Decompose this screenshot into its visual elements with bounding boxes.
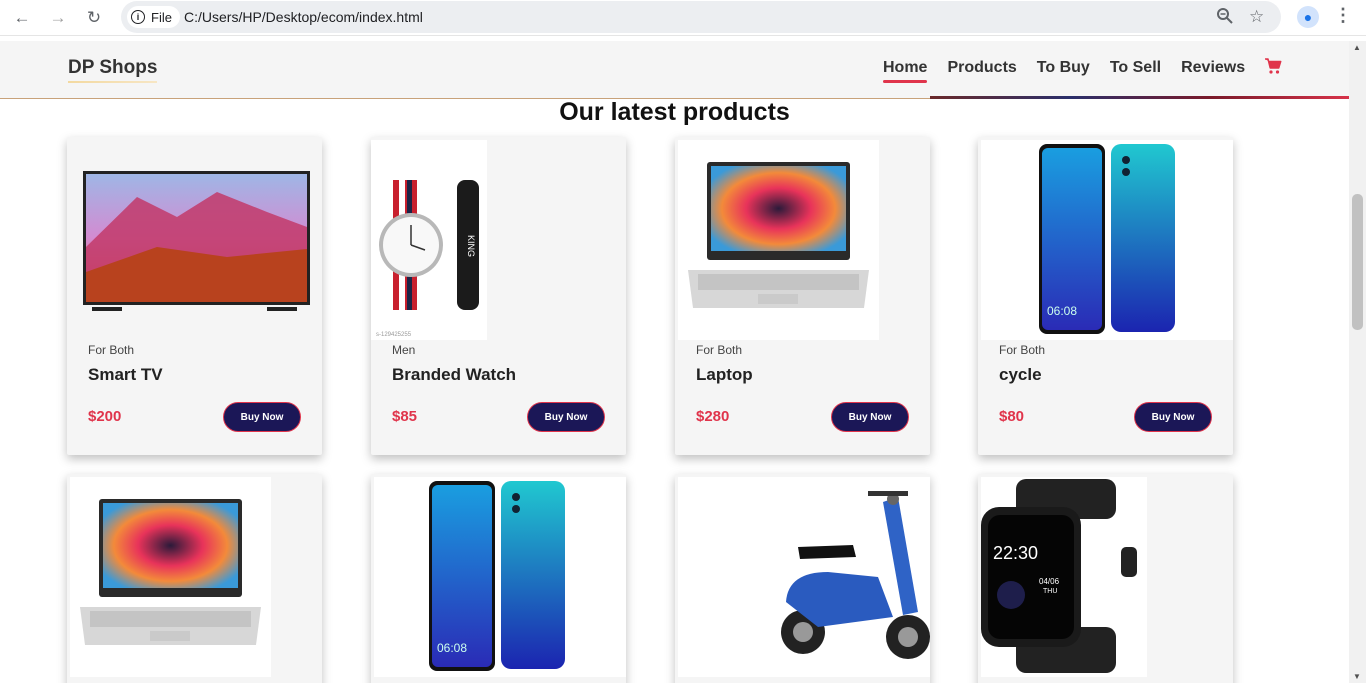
image-watermark: s-129425255 — [376, 332, 412, 338]
site-info-chip[interactable]: i File — [127, 6, 180, 28]
watch-image[interactable]: KING s-129425255 — [371, 140, 487, 340]
product-price: $200 — [88, 408, 122, 425]
product-card — [675, 474, 930, 683]
scrollbar-thumb[interactable] — [1352, 194, 1363, 330]
forward-arrow-icon[interactable]: → — [46, 6, 70, 30]
product-card: KING s-129425255 Men Branded Watch $85 B… — [371, 137, 626, 455]
back-arrow-icon[interactable]: ← — [10, 6, 34, 30]
bookmark-star-icon[interactable]: ☆ — [1249, 7, 1264, 27]
brand-logo[interactable]: DP Shops — [68, 57, 157, 79]
menu-kebab-icon[interactable]: ⋮ — [1334, 5, 1352, 26]
product-category: Men — [392, 343, 416, 357]
watch-day: THU — [1043, 588, 1057, 595]
laptop-image[interactable] — [70, 477, 271, 677]
page-viewport: DP Shops Home Products To Buy To Sell Re… — [0, 41, 1349, 683]
product-name: cycle — [999, 365, 1042, 384]
nav-to-sell[interactable]: To Sell — [1110, 59, 1161, 77]
url-text[interactable]: C:/Users/HP/Desktop/ecom/index.html — [184, 9, 423, 25]
shopping-cart-icon[interactable] — [1264, 57, 1282, 75]
scroll-up-arrow-icon[interactable]: ▲ — [1353, 43, 1361, 52]
brand-underline — [68, 81, 157, 83]
zoom-icon[interactable] — [1216, 7, 1234, 25]
product-card: For Both Smart TV $200 Buy Now — [67, 137, 322, 455]
main-nav: Home Products To Buy To Sell Reviews — [883, 59, 1265, 83]
product-price: $280 — [696, 408, 730, 425]
browser-toolbar: ← → ↻ i File C:/Users/HP/Desktop/ecom/in… — [0, 0, 1366, 36]
smartwatch-image[interactable]: 22:30 04/06 THU — [981, 477, 1147, 677]
product-category: For Both — [88, 343, 135, 357]
smart-tv-image[interactable] — [67, 137, 322, 337]
watch-time: 22:30 — [993, 543, 1038, 563]
product-card: 06:08 — [371, 474, 626, 683]
nav-to-buy[interactable]: To Buy — [1037, 59, 1090, 77]
buy-now-button[interactable]: Buy Now — [831, 402, 909, 432]
buy-now-button[interactable]: Buy Now — [1134, 402, 1212, 432]
scooter-image[interactable] — [678, 477, 930, 677]
product-name: Smart TV — [88, 365, 163, 384]
site-header: DP Shops Home Products To Buy To Sell Re… — [0, 41, 1349, 99]
product-name: Laptop — [696, 365, 753, 384]
address-bar[interactable]: i File C:/Users/HP/Desktop/ecom/index.ht… — [121, 1, 1281, 33]
product-category: For Both — [696, 343, 743, 357]
info-icon: i — [131, 10, 145, 24]
phone-screen-time: 06:08 — [1047, 304, 1077, 318]
buy-now-button[interactable]: Buy Now — [527, 402, 605, 432]
phone-screen-time: 06:08 — [437, 641, 467, 655]
product-card: 06:08 For Both cycle $80 Buy Now — [978, 137, 1233, 455]
smartphone-image[interactable]: 06:08 — [981, 140, 1233, 340]
laptop-image[interactable] — [678, 140, 879, 340]
file-label: File — [151, 9, 172, 25]
nav-home[interactable]: Home — [883, 59, 928, 83]
smartphone-image[interactable]: 06:08 — [374, 477, 626, 677]
product-price: $85 — [392, 408, 418, 425]
product-card — [67, 474, 322, 683]
nav-reviews[interactable]: Reviews — [1181, 59, 1245, 77]
reload-icon[interactable]: ↻ — [82, 6, 106, 30]
scroll-down-arrow-icon[interactable]: ▼ — [1353, 672, 1361, 681]
profile-avatar-icon[interactable]: ● — [1297, 6, 1319, 28]
product-card: For Both Laptop $280 Buy Now — [675, 137, 930, 455]
product-price: $80 — [999, 408, 1025, 425]
product-category: For Both — [999, 343, 1046, 357]
vertical-scrollbar[interactable]: ▲ ▼ — [1349, 41, 1366, 683]
product-card: 22:30 04/06 THU — [978, 474, 1233, 683]
bracelet-text: KING — [466, 235, 476, 257]
product-name: Branded Watch — [392, 365, 517, 384]
buy-now-button[interactable]: Buy Now — [223, 402, 301, 432]
watch-date: 04/06 — [1039, 577, 1060, 586]
nav-products[interactable]: Products — [947, 59, 1016, 77]
section-title: Our latest products — [559, 98, 790, 126]
